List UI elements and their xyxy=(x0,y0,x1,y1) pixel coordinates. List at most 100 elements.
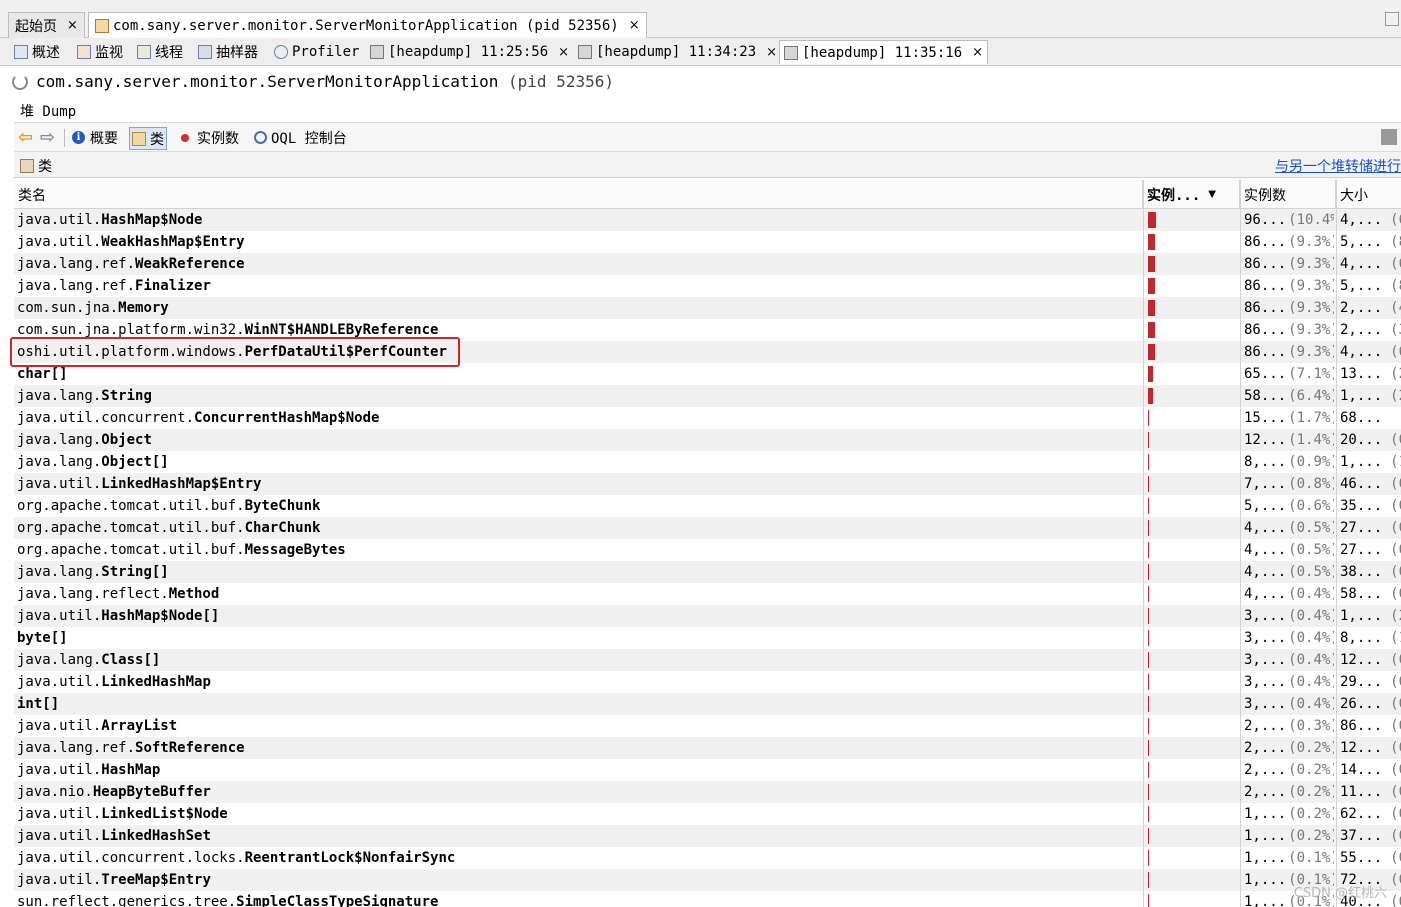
instance-count-cell: 5,... (0.6%) xyxy=(1244,495,1334,517)
tab-threads[interactable]: 线程 xyxy=(133,40,187,64)
instances-bar xyxy=(1148,740,1149,756)
tab-sampler[interactable]: 抽样器 xyxy=(194,40,262,64)
table-row[interactable]: org.apache.tomcat.util.buf.MessageBytes 4… xyxy=(14,539,1401,561)
summary-button[interactable]: i 概要 xyxy=(72,127,118,148)
table-row[interactable]: sun.reflect.generics.tree.SimpleClassTyp… xyxy=(14,891,1401,907)
back-arrow-icon[interactable]: ⇦ xyxy=(18,127,33,148)
table-row[interactable]: java.util.HashMap$Node[] 3,... (0.4%) 1,...… xyxy=(14,605,1401,627)
size-percent: (2 xyxy=(1390,608,1401,624)
classes-button[interactable]: 类 xyxy=(129,127,167,150)
close-icon[interactable]: × xyxy=(67,18,78,33)
class-simple-name: HeapByteBuffer xyxy=(92,784,211,800)
table-row[interactable]: byte[] 3,...(0.4%) 8,... (13 xyxy=(14,627,1401,649)
instances-bar-cell xyxy=(1146,363,1240,385)
table-row[interactable]: java.lang.Object[] 8,...(0.9%) 1,... (1 xyxy=(14,451,1401,473)
heapdump-toolbar: ⇦ ⇨ i 概要 类 实例数 OQL 控制台 xyxy=(14,122,1401,152)
tab-label: 监视 xyxy=(95,45,123,61)
compare-heapdump-link[interactable]: 与另一个堆转储进行 xyxy=(1275,156,1401,176)
size-cell: 29... (0 xyxy=(1340,671,1401,693)
instance-count: 4,... xyxy=(1244,564,1287,580)
table-row[interactable]: java.lang.ref.WeakReference 86... (9.3%) 4,… xyxy=(14,253,1401,275)
table-row[interactable]: java.util.HashMap$Node 96...(10.4%) 4,... (… xyxy=(14,209,1401,231)
table-row[interactable]: java.lang.ref.SoftReference 2,... (0.2%) 12… xyxy=(14,737,1401,759)
size-value: 4,... xyxy=(1340,256,1383,272)
table-row[interactable]: java.util.ArrayList 2,...(0.3%) 86... (0 xyxy=(14,715,1401,737)
instance-percent: (9.3%) xyxy=(1288,278,1334,294)
table-row[interactable]: org.apache.tomcat.util.buf.ByteChunk 5,..… xyxy=(14,495,1401,517)
instances-bar xyxy=(1148,388,1153,404)
tab-monitor[interactable]: 监视 xyxy=(73,40,127,64)
table-row[interactable]: java.util.WeakHashMap$Entry 86... (9.3%) 5,… xyxy=(14,231,1401,253)
column-header-size[interactable]: 大小 xyxy=(1336,180,1401,209)
table-row[interactable]: java.util.LinkedList$Node 1,... (0.2%) 62..… xyxy=(14,803,1401,825)
instance-count-cell: 1,... (0.1%) xyxy=(1244,847,1334,869)
instances-bar xyxy=(1148,366,1153,382)
close-icon[interactable]: × xyxy=(972,45,983,60)
package-name: java.lang.ref. xyxy=(17,278,136,294)
table-row[interactable]: java.lang.reflect.Method 4,... (0.4%) 58...… xyxy=(14,583,1401,605)
instances-bar-cell xyxy=(1146,671,1240,693)
instance-percent: (0.4%) xyxy=(1288,630,1334,646)
forward-arrow-icon[interactable]: ⇨ xyxy=(40,127,55,148)
tab-start-page[interactable]: 起始页 × xyxy=(8,12,85,38)
table-row[interactable]: java.lang.Object 12...(1.4%) 20... (0 xyxy=(14,429,1401,451)
class-name-cell: java.util.concurrent.locks.ReentrantLock… xyxy=(17,847,1142,869)
instances-button[interactable]: 实例数 xyxy=(181,127,239,148)
table-row[interactable]: java.lang.String 58...(6.4%) 1,... (2 xyxy=(14,385,1401,407)
class-name-cell: java.lang.ref.WeakReference xyxy=(17,253,1142,275)
instances-bar xyxy=(1148,454,1149,470)
package-name: java.lang.ref. xyxy=(17,256,136,272)
table-row[interactable]: java.lang.Class[] 3,...(0.4%) 12... (0 xyxy=(14,649,1401,671)
tab-label: 概述 xyxy=(32,45,60,61)
instances-bar-cell xyxy=(1146,583,1240,605)
oql-console-button[interactable]: OQL 控制台 xyxy=(254,127,347,148)
size-percent: (4 xyxy=(1390,300,1401,316)
column-header-class-name[interactable]: 类名 xyxy=(14,180,1143,209)
table-row[interactable]: java.util.TreeMap$Entry 1,... (0.1%) 72...(… xyxy=(14,869,1401,891)
package-name: java.lang. xyxy=(17,454,102,470)
table-row[interactable]: java.util.HashMap 2,...(0.2%) 14... (0 xyxy=(14,759,1401,781)
instance-count-cell: 4,... (0.5%) xyxy=(1244,539,1334,561)
column-header-instances[interactable]: 实例数 xyxy=(1240,180,1336,209)
tab-heapdump-3[interactable]: [heapdump] 11:35:16 × xyxy=(779,40,989,64)
tab-application[interactable]: com.sany.server.monitor.ServerMonitorApp… xyxy=(88,12,647,38)
close-icon[interactable]: × xyxy=(766,45,777,60)
table-row[interactable]: java.util.LinkedHashSet 1,... (0.2%) 37... (… xyxy=(14,825,1401,847)
table-row[interactable]: int[] 3,...(0.4%) 26... (0 xyxy=(14,693,1401,715)
column-header-instances-bar[interactable]: 实例... ▼ xyxy=(1143,180,1240,209)
classes-header: 类 与另一个堆转储进行 xyxy=(14,152,1401,178)
instances-icon xyxy=(181,133,189,142)
instance-count: 96... xyxy=(1244,212,1287,228)
close-icon[interactable]: × xyxy=(558,45,569,60)
tab-heapdump-2[interactable]: [heapdump] 11:34:23 × xyxy=(574,40,781,64)
size-cell: 5,... (8 xyxy=(1340,275,1401,297)
application-pid: (pid 52356) xyxy=(508,72,614,91)
instance-percent: (9.3%) xyxy=(1288,322,1334,338)
toolbar-options-icon[interactable] xyxy=(1381,129,1397,145)
instance-count-cell: 4,... (0.5%) xyxy=(1244,561,1334,583)
size-percent: (20 xyxy=(1390,366,1401,382)
restore-window-icon[interactable] xyxy=(1385,12,1399,26)
table-row[interactable]: java.util.concurrent.locks.ReentrantLock… xyxy=(14,847,1401,869)
instance-count-cell: 12... (1.4%) xyxy=(1244,429,1334,451)
size-percent: (0 xyxy=(1390,806,1401,822)
tab-profiler[interactable]: Profiler xyxy=(270,40,363,64)
close-icon[interactable]: × xyxy=(629,18,640,33)
table-row[interactable]: java.util.LinkedHashMap$Entry 7,... (0.8%)… xyxy=(14,473,1401,495)
table-row[interactable]: java.util.concurrent.ConcurrentHashMap$N… xyxy=(14,407,1401,429)
class-name-cell: java.util.ArrayList xyxy=(17,715,1142,737)
instance-count: 65... xyxy=(1244,366,1287,382)
tab-heapdump-1[interactable]: [heapdump] 11:25:56 × xyxy=(366,40,573,64)
size-percent: (0 xyxy=(1390,520,1401,536)
table-row[interactable]: java.nio.HeapByteBuffer 2,... (0.2%) 11... (… xyxy=(14,781,1401,803)
package-name: java.util.concurrent.locks. xyxy=(17,850,245,866)
instances-bar xyxy=(1148,696,1149,712)
table-row[interactable]: java.lang.ref.Finalizer 86... (9.3%) 5,... (… xyxy=(14,275,1401,297)
table-row[interactable]: java.util.LinkedHashMap 3,... (0.4%) 29... (… xyxy=(14,671,1401,693)
instances-bar-cell xyxy=(1146,407,1240,429)
table-row[interactable]: org.apache.tomcat.util.buf.CharChunk 4,..… xyxy=(14,517,1401,539)
size-value: 4,... xyxy=(1340,344,1383,360)
table-row[interactable]: java.lang.String[] 4,...(0.5%) 38... (0 xyxy=(14,561,1401,583)
table-row[interactable]: com.sun.jna.Memory 86...(9.3%) 2,... (4 xyxy=(14,297,1401,319)
tab-overview[interactable]: 概述 xyxy=(10,40,64,64)
